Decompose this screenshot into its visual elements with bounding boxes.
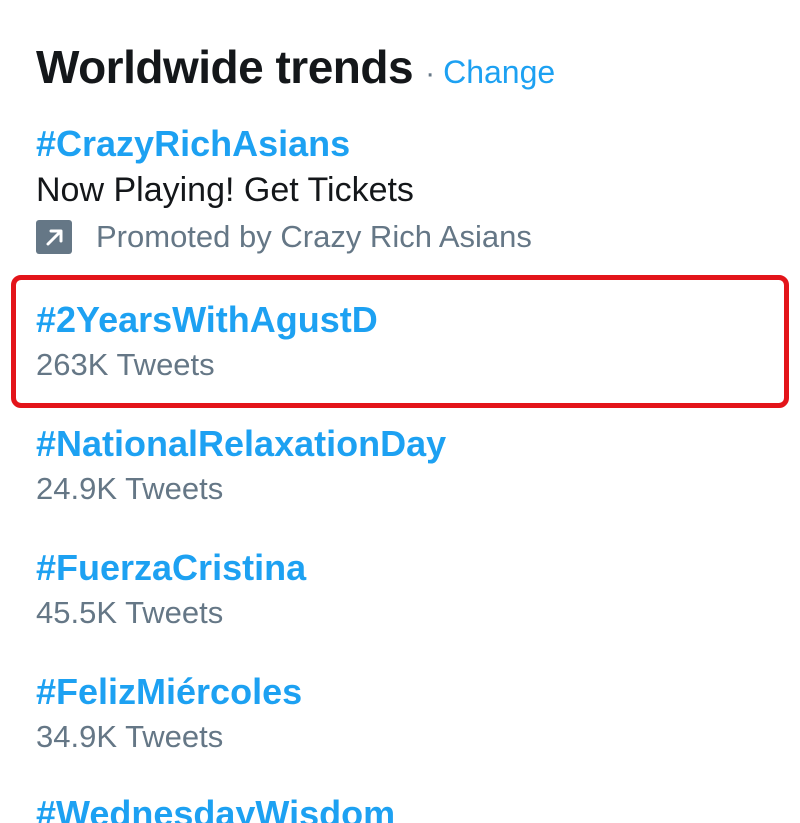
trend-hashtag[interactable]: #WednesdayWisdom [36, 792, 776, 823]
promoted-description: Now Playing! Get Tickets [36, 171, 414, 209]
trends-panel: Worldwide trends · Change #CrazyRichAsia… [0, 0, 800, 823]
trends-header: Worldwide trends · Change [36, 40, 555, 94]
promoted-by-line: Promoted by Crazy Rich Asians [36, 214, 776, 260]
promoted-arrow-icon [36, 220, 72, 254]
trend-item[interactable]: #FelizMiércoles 34.9K Tweets [36, 670, 776, 760]
trend-item[interactable]: #FuerzaCristina 45.5K Tweets [36, 546, 776, 636]
trends-title: Worldwide trends [36, 41, 414, 93]
trend-item[interactable]: #WednesdayWisdom [36, 792, 776, 823]
trend-hashtag[interactable]: #FelizMiércoles [36, 670, 776, 714]
promoted-by-text: Promoted by Crazy Rich Asians [96, 219, 532, 254]
trend-tweet-count: 45.5K Tweets [36, 595, 224, 630]
trend-tweet-count: 24.9K Tweets [36, 471, 224, 506]
header-separator: · [425, 57, 436, 90]
trend-item[interactable]: #NationalRelaxationDay 24.9K Tweets [36, 422, 776, 512]
promoted-trend-item[interactable]: #CrazyRichAsians Now Playing! Get Ticket… [36, 122, 776, 260]
change-location-link[interactable]: Change [443, 54, 555, 91]
trend-tweet-count: 34.9K Tweets [36, 719, 224, 754]
trend-hashtag[interactable]: #FuerzaCristina [36, 546, 776, 590]
trend-hashtag[interactable]: #CrazyRichAsians [36, 122, 776, 166]
trend-hashtag[interactable]: #NationalRelaxationDay [36, 422, 776, 466]
highlight-box [11, 275, 789, 408]
